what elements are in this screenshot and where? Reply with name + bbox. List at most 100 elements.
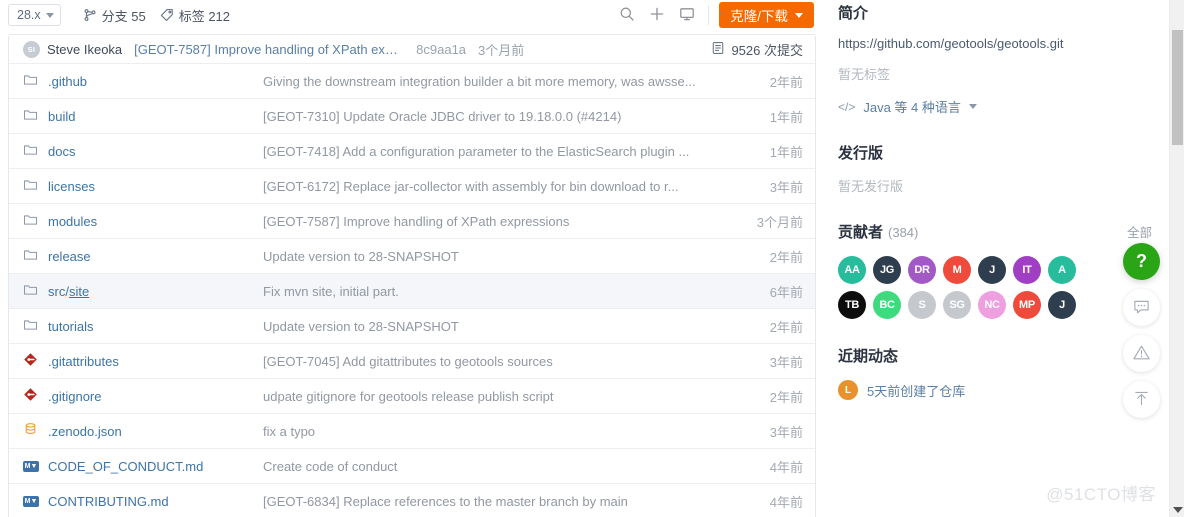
- file-row[interactable]: .github Giving the downstream integration…: [9, 64, 815, 99]
- file-commit-time: 3个月前: [756, 214, 803, 230]
- file-row[interactable]: M▼ CODE_OF_CONDUCT.md Create code of condu…: [9, 449, 815, 484]
- clone-download-button[interactable]: 克隆/下载: [719, 2, 814, 28]
- file-commit-message[interactable]: fix a typo: [263, 424, 770, 439]
- file-commit-message[interactable]: Fix mvn site, initial part.: [263, 284, 770, 299]
- contributor-avatar[interactable]: JG: [873, 256, 901, 284]
- contributor-avatar[interactable]: IT: [1013, 256, 1041, 284]
- commit-time: 3个月前: [478, 42, 525, 58]
- contributors-count: (384): [888, 225, 919, 240]
- latest-commit-bar: SI Steve Ikeoka [GEOT-7587] Improve hand…: [9, 35, 815, 64]
- file-commit-message[interactable]: Update version to 28-SNAPSHOT: [263, 319, 770, 334]
- activity-item[interactable]: L 5天前创建了仓库: [838, 380, 1152, 400]
- file-type-icon: [23, 72, 41, 90]
- page-scrollbar[interactable]: [1169, 0, 1184, 517]
- file-name-link[interactable]: licenses: [48, 179, 263, 194]
- file-row[interactable]: docs [GEOT-7418] Add a configuration para…: [9, 134, 815, 169]
- contributors-title: 贡献者: [838, 224, 884, 241]
- contributor-avatar[interactable]: MP: [1013, 291, 1041, 319]
- file-row[interactable]: .zenodo.json fix a typo 3年前: [9, 414, 815, 449]
- file-name-link[interactable]: release: [48, 249, 263, 264]
- file-name-link[interactable]: docs: [48, 144, 263, 159]
- commit-count-link[interactable]: 9526 次提交: [711, 40, 803, 59]
- file-commit-message[interactable]: Giving the downstream integration builde…: [263, 74, 770, 89]
- file-type-icon: M▼: [23, 460, 41, 472]
- commit-message[interactable]: [GEOT-7587] Improve handling of XPath ex…: [134, 42, 404, 57]
- chevron-down-icon: [45, 12, 54, 18]
- json-file-icon: [23, 422, 38, 440]
- file-commit-message[interactable]: [GEOT-7418] Add a configuration paramete…: [263, 144, 770, 159]
- help-fab[interactable]: ?: [1123, 243, 1160, 280]
- file-name-link[interactable]: .gitignore: [48, 389, 263, 404]
- contributor-avatar[interactable]: TB: [838, 291, 866, 319]
- file-commit-message[interactable]: Update version to 28-SNAPSHOT: [263, 249, 770, 264]
- file-row[interactable]: release Update version to 28-SNAPSHOT 2年前: [9, 239, 815, 274]
- repo-sidebar: 简介 https://github.com/geotools/geotools.…: [838, 0, 1168, 517]
- scrollbar-thumb[interactable]: [1172, 30, 1183, 145]
- commit-author[interactable]: Steve Ikeoka: [47, 42, 122, 57]
- contributor-avatar[interactable]: DR: [908, 256, 936, 284]
- scroll-down-arrow-icon[interactable]: [1173, 507, 1183, 513]
- question-mark-icon: ?: [1136, 251, 1147, 271]
- file-name-link[interactable]: CODE_OF_CONDUCT.md: [48, 459, 263, 474]
- file-row[interactable]: M▼ CONTRIBUTING.md [GEOT-6834] Replace ref…: [9, 484, 815, 517]
- code-icon: </>: [838, 99, 856, 114]
- languages-label: Java 等 4 种语言: [863, 100, 961, 115]
- releases-section: 发行版 暂无发行版: [838, 140, 1152, 195]
- file-commit-message[interactable]: [GEOT-7587] Improve handling of XPath ex…: [263, 214, 757, 229]
- contributor-avatar[interactable]: NC: [978, 291, 1006, 319]
- file-row[interactable]: tutorials Update version to 28-SNAPSHOT 2年…: [9, 309, 815, 344]
- file-commit-message[interactable]: [GEOT-7310] Update Oracle JDBC driver to…: [263, 109, 770, 124]
- feedback-fab[interactable]: [1123, 289, 1160, 326]
- file-commit-time: 6年前: [769, 284, 803, 300]
- search-button[interactable]: [612, 2, 642, 28]
- chevron-down-icon: [968, 104, 977, 109]
- file-commit-message[interactable]: [GEOT-6172] Replace jar-collector with a…: [263, 179, 770, 194]
- add-button[interactable]: [642, 2, 672, 28]
- contributor-avatar[interactable]: A: [1048, 256, 1076, 284]
- desktop-button[interactable]: [672, 2, 702, 28]
- contributor-avatar[interactable]: BC: [873, 291, 901, 319]
- file-type-icon: [23, 282, 41, 300]
- contributor-avatar-list: AA JG DR M J IT A TB BC S SG NC MP J: [838, 256, 1078, 319]
- languages-selector[interactable]: </> Java 等 4 种语言: [838, 97, 1152, 116]
- file-row[interactable]: .gitattributes [GEOT-7045] Add gitattribu…: [9, 344, 815, 379]
- file-commit-message[interactable]: Create code of conduct: [263, 459, 770, 474]
- file-commit-message[interactable]: udpate gitignore for geotools release pu…: [263, 389, 770, 404]
- report-fab[interactable]: [1123, 335, 1160, 372]
- file-row[interactable]: modules [GEOT-7587] Improve handling of X…: [9, 204, 815, 239]
- file-row[interactable]: licenses [GEOT-6172] Replace jar-collecto…: [9, 169, 815, 204]
- activity-title: 近期动态: [838, 348, 899, 365]
- contributors-section: 贡献者 (384) 全部 AA JG DR M J IT A TB BC S SG NC MP J: [838, 219, 1152, 319]
- file-name-link[interactable]: .github: [48, 74, 263, 89]
- file-name-link[interactable]: CONTRIBUTING.md: [48, 494, 263, 509]
- contributor-avatar[interactable]: SG: [943, 291, 971, 319]
- file-name-link[interactable]: src/site: [48, 284, 263, 299]
- contributor-avatar[interactable]: J: [1048, 291, 1076, 319]
- contributors-all-link[interactable]: 全部: [1127, 222, 1152, 241]
- contributor-avatar[interactable]: J: [978, 256, 1006, 284]
- file-commit-message[interactable]: [GEOT-6834] Replace references to the ma…: [263, 494, 770, 509]
- file-row[interactable]: build [GEOT-7310] Update Oracle JDBC driv…: [9, 99, 815, 134]
- contributor-avatar[interactable]: AA: [838, 256, 866, 284]
- file-row[interactable]: src/site Fix mvn site, initial part. 6年前: [9, 274, 815, 309]
- file-name-link[interactable]: .gitattributes: [48, 354, 263, 369]
- file-name-link[interactable]: build: [48, 109, 263, 124]
- folder-icon: [23, 107, 38, 125]
- file-name-link[interactable]: modules: [48, 214, 263, 229]
- contributor-avatar[interactable]: M: [943, 256, 971, 284]
- contributor-avatar[interactable]: S: [908, 291, 936, 319]
- file-name-link[interactable]: tutorials: [48, 319, 263, 334]
- repo-url[interactable]: https://github.com/geotools/geotools.git: [838, 36, 1152, 51]
- branch-selector[interactable]: 28.x: [8, 4, 61, 26]
- branches-link[interactable]: 分支 55: [83, 6, 146, 25]
- file-commit-message[interactable]: [GEOT-7045] Add gitattributes to geotool…: [263, 354, 770, 369]
- back-to-top-fab[interactable]: [1123, 381, 1160, 418]
- tags-link[interactable]: 标签 212: [160, 6, 230, 25]
- file-row[interactable]: .gitignore udpate gitignore for geotools …: [9, 379, 815, 414]
- activity-section: 近期动态 L 5天前创建了仓库: [838, 343, 1152, 400]
- file-type-icon: [23, 107, 41, 125]
- commit-sha[interactable]: 8c9aa1a: [416, 42, 466, 57]
- file-name-link[interactable]: .zenodo.json: [48, 424, 263, 439]
- file-type-icon: M▼: [23, 496, 41, 507]
- plus-icon: [649, 6, 665, 25]
